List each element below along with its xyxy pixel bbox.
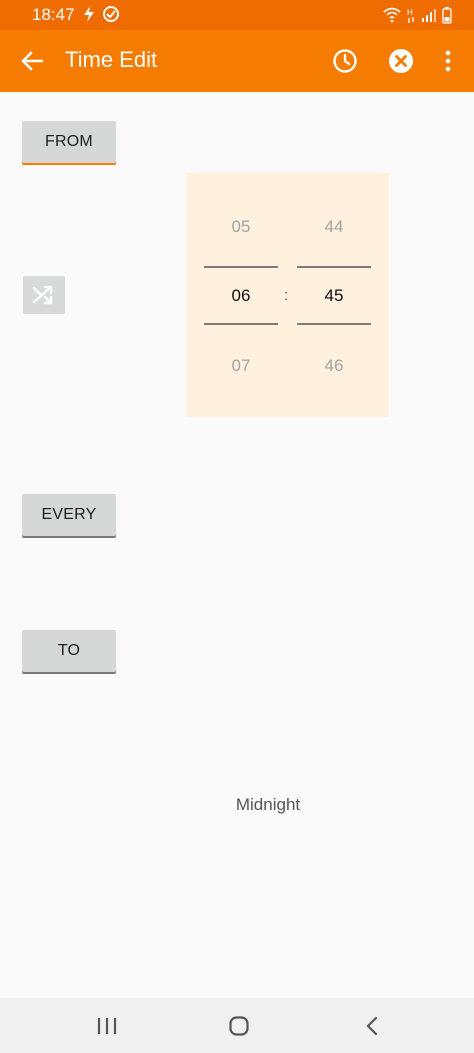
status-bar: 18:47 H <box>0 0 474 30</box>
clock-icon[interactable] <box>331 47 359 75</box>
from-button[interactable]: FROM <box>22 121 116 163</box>
screen: 18:47 H Time Edit FROM 05 06 07: 44 45 … <box>0 0 474 1053</box>
minute-prev[interactable]: 44 <box>297 217 371 237</box>
status-icons-left <box>82 5 120 23</box>
to-button[interactable]: TO <box>22 630 116 672</box>
battery-icon <box>442 7 452 24</box>
svg-text:H: H <box>407 8 413 17</box>
status-time: 18:47 <box>32 5 75 24</box>
wifi-icon <box>383 7 401 23</box>
hour-divider-bottom <box>204 323 278 325</box>
shuffle-icon <box>32 285 53 305</box>
hour-next[interactable]: 07 <box>204 356 278 376</box>
midnight-label: Midnight <box>235 795 301 814</box>
check-circle-icon <box>103 6 119 22</box>
page-title: Time Edit <box>65 47 158 72</box>
hour-prev[interactable]: 05 <box>204 217 278 237</box>
more-vert-icon[interactable] <box>436 47 460 75</box>
hour-selected[interactable]: 06 <box>204 286 278 306</box>
time-picker[interactable]: 05 06 07 : 44 45 46 <box>186 173 389 417</box>
flash-icon <box>84 6 94 22</box>
every-button[interactable]: EVERY <box>22 494 116 536</box>
minute-next[interactable]: 46 <box>297 356 371 376</box>
home-icon[interactable] <box>228 1015 250 1037</box>
app-bar: Time Edit <box>0 30 474 92</box>
recent-apps-icon[interactable] <box>96 1016 118 1036</box>
minute-divider-top <box>297 266 371 268</box>
status-icons-right: H <box>383 6 452 24</box>
arrow-back-icon[interactable] <box>18 47 46 75</box>
signal-icon <box>422 9 436 22</box>
navigation-bar <box>0 998 474 1053</box>
minute-divider-bottom <box>297 323 371 325</box>
close-circle-icon[interactable] <box>387 47 415 75</box>
shuffle-button[interactable] <box>23 276 65 314</box>
hour-divider-top <box>204 266 278 268</box>
time-separator: : <box>284 287 289 304</box>
minute-selected[interactable]: 45 <box>297 286 371 306</box>
back-icon[interactable] <box>363 1015 381 1037</box>
network-h-icon: H <box>407 8 414 23</box>
